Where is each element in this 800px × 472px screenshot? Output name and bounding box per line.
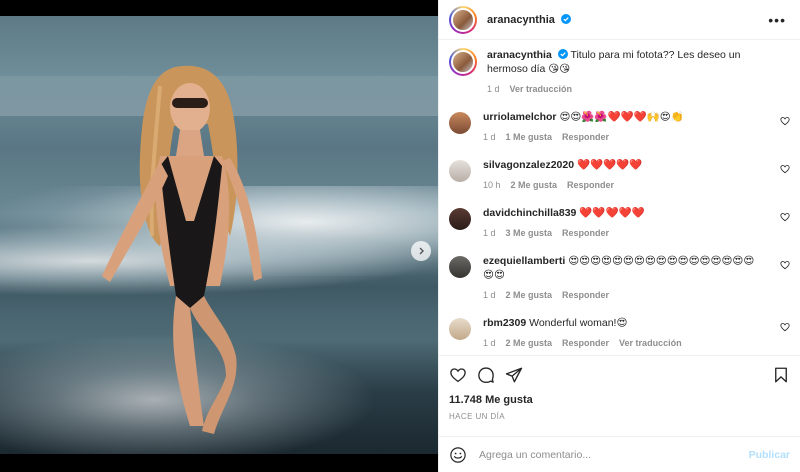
next-image-button[interactable]: [411, 241, 431, 261]
like-comment-heart-icon[interactable]: [780, 212, 790, 222]
comment-bubble-icon[interactable]: [477, 366, 495, 384]
comment-text: ❤️❤️❤️❤️❤️: [576, 159, 643, 171]
commenter-avatar[interactable]: [449, 256, 471, 278]
woman-figure: [102, 65, 262, 434]
comment-translate-link[interactable]: Ver traducción: [619, 336, 682, 350]
post-timestamp[interactable]: HACE UN DÍA: [449, 412, 790, 421]
comment-time[interactable]: 1 d: [483, 336, 496, 350]
comment-likes[interactable]: 3 Me gusta: [506, 226, 553, 240]
reply-button[interactable]: Responder: [562, 288, 609, 302]
like-count[interactable]: 11.748 Me gusta: [449, 394, 790, 406]
comment-likes[interactable]: 1 Me gusta: [506, 130, 553, 144]
comment-username[interactable]: silvagonzalez2020: [483, 159, 574, 171]
more-options-button[interactable]: •••: [764, 12, 790, 28]
comment-likes[interactable]: 2 Me gusta: [506, 336, 553, 350]
comment-row: davidchinchilla839 ❤️❤️❤️❤️❤️ 1 d 3 Me g…: [449, 206, 790, 240]
caption-time[interactable]: 1 d: [487, 82, 500, 96]
caption-username[interactable]: aranacynthia: [487, 49, 552, 61]
like-comment-heart-icon[interactable]: [780, 260, 790, 270]
post-dialog: aranacynthia ••• aranacynthia Titulo par…: [0, 0, 800, 472]
caption-translate-link[interactable]: Ver traducción: [510, 82, 573, 96]
verified-badge-icon: [560, 13, 571, 24]
reply-button[interactable]: Responder: [562, 226, 609, 240]
commenter-avatar[interactable]: [449, 318, 471, 340]
reply-button[interactable]: Responder: [562, 336, 609, 350]
post-side-panel: aranacynthia ••• aranacynthia Titulo par…: [438, 0, 800, 472]
share-paper-plane-icon[interactable]: [505, 366, 523, 384]
comment-time[interactable]: 10 h: [483, 178, 501, 192]
comment-text: ❤️❤️❤️❤️❤️: [579, 207, 645, 219]
save-bookmark-icon[interactable]: [772, 366, 790, 384]
reply-button[interactable]: Responder: [562, 130, 609, 144]
author-username[interactable]: aranacynthia: [487, 13, 571, 26]
comment-time[interactable]: 1 d: [483, 226, 496, 240]
comment-likes[interactable]: 2 Me gusta: [511, 178, 558, 192]
like-comment-heart-icon[interactable]: [780, 322, 790, 332]
comment-composer: Publicar: [439, 436, 800, 472]
comments-list[interactable]: aranacynthia Titulo para mi fotota?? Les…: [439, 40, 800, 355]
post-media-pane: [0, 0, 438, 472]
author-avatar[interactable]: [449, 5, 477, 34]
post-actions: 11.748 Me gusta HACE UN DÍA: [439, 355, 800, 421]
comment-time[interactable]: 1 d: [483, 288, 496, 302]
reply-button[interactable]: Responder: [567, 178, 614, 192]
comment-username[interactable]: ezequiellamberti: [483, 255, 565, 267]
like-comment-heart-icon[interactable]: [780, 116, 790, 126]
comment-row: urriolamelchor 😍😍🌺🌺❤️❤️❤️🙌😍👏 1 d 1 Me gu…: [449, 110, 790, 144]
comment-row: silvagonzalez2020 ❤️❤️❤️❤️❤️ 10 h 2 Me g…: [449, 158, 790, 192]
comment-text: Wonderful woman!😍: [529, 317, 628, 329]
like-heart-icon[interactable]: [449, 366, 467, 384]
comment-time[interactable]: 1 d: [483, 130, 496, 144]
comment-input[interactable]: [479, 448, 749, 461]
commenter-avatar[interactable]: [449, 208, 471, 230]
comment-username[interactable]: urriolamelchor: [483, 111, 557, 123]
commenter-avatar[interactable]: [449, 160, 471, 182]
caption-row: aranacynthia Titulo para mi fotota?? Les…: [449, 48, 790, 96]
comment-likes[interactable]: 2 Me gusta: [506, 288, 553, 302]
comment-username[interactable]: rbm2309: [483, 317, 526, 329]
comment-text: 😍😍🌺🌺❤️❤️❤️🙌😍👏: [559, 111, 684, 123]
comment-username[interactable]: davidchinchilla839: [483, 207, 576, 219]
emoji-icon[interactable]: [449, 446, 467, 464]
post-photo[interactable]: [0, 16, 438, 454]
commenter-avatar[interactable]: [449, 112, 471, 134]
post-header: aranacynthia •••: [439, 0, 800, 40]
verified-badge-icon: [557, 49, 568, 59]
comment-row: ezequiellamberti 😍😍😍😍😍😍😍😍😍😍😍😍😍😍😍😍😍😍😍 1 d…: [449, 254, 790, 302]
like-comment-heart-icon[interactable]: [780, 164, 790, 174]
publish-button[interactable]: Publicar: [749, 449, 790, 461]
caption-avatar[interactable]: [449, 48, 477, 76]
chevron-right-icon: [419, 247, 424, 255]
comment-row: rbm2309 Wonderful woman!😍 1 d 2 Me gusta…: [449, 316, 790, 350]
